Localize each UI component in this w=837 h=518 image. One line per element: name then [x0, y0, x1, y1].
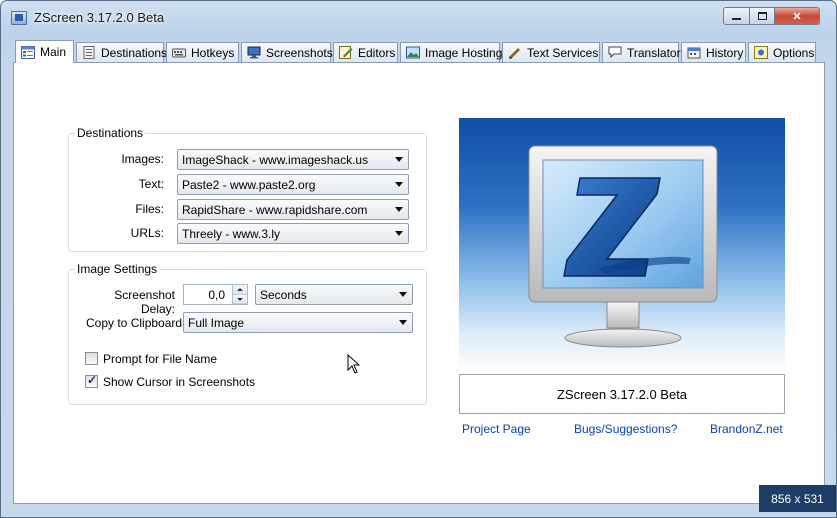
chevron-down-icon: [395, 182, 403, 187]
tab-label: Text Services: [527, 45, 599, 60]
urls-destination-select[interactable]: Threely - www.3.ly: [177, 223, 409, 244]
destinations-icon: [83, 46, 95, 59]
maximize-button[interactable]: [749, 7, 775, 25]
tab-history[interactable]: History: [681, 42, 746, 62]
tab-label: Image Hosting: [425, 45, 503, 60]
bugs-suggestions-link[interactable]: Bugs/Suggestions?: [574, 422, 677, 436]
destinations-group: Destinations Images: ImageShack - www.im…: [68, 126, 427, 252]
tab-translator[interactable]: Translator: [602, 42, 681, 62]
history-icon: [687, 47, 701, 59]
copy-to-clipboard-select[interactable]: Full Image: [183, 312, 413, 333]
tab-label: Translator: [627, 45, 681, 60]
tab-label: Destinations: [101, 45, 168, 60]
image-icon: [406, 46, 420, 59]
text-label: Text:: [138, 177, 164, 191]
app-icon: [11, 11, 27, 25]
delay-unit-value: Seconds: [260, 287, 307, 302]
spin-down-icon[interactable]: [233, 294, 247, 304]
urls-destination-value: Threely - www.3.ly: [182, 226, 281, 241]
tab-label: Screenshots: [266, 45, 333, 60]
keyboard-icon: [172, 48, 186, 58]
main-tab-page: Destinations Images: ImageShack - www.im…: [13, 62, 825, 504]
images-destination-select[interactable]: ImageShack - www.imageshack.us: [177, 149, 409, 170]
text-destination-value: Paste2 - www.paste2.org: [182, 177, 316, 192]
tab-editors[interactable]: Editors: [333, 42, 398, 62]
image-settings-group-title: Image Settings: [75, 262, 160, 276]
app-window: ZScreen 3.17.2.0 Beta ✕ Main Destination…: [0, 0, 837, 518]
tab-label: Options: [773, 45, 815, 60]
tab-hotkeys[interactable]: Hotkeys: [166, 42, 239, 62]
options-icon: [754, 46, 768, 59]
show-cursor-label: Show Cursor in Screenshots: [103, 375, 256, 389]
screenshot-delay-value: 0,0: [208, 287, 225, 302]
text-destination-select[interactable]: Paste2 - www.paste2.org: [177, 174, 409, 195]
zscreen-logo: [459, 118, 785, 372]
tab-label: History: [706, 45, 744, 60]
delay-spinner[interactable]: [232, 285, 247, 304]
chevron-down-icon: [395, 157, 403, 162]
minimize-button[interactable]: [723, 7, 750, 25]
monitor-icon: [247, 46, 261, 59]
tab-strip: Main Destinations Hotkeys Screenshots Ed…: [15, 40, 818, 63]
project-page-link[interactable]: Project Page: [462, 422, 531, 436]
show-cursor-checkbox[interactable]: [85, 373, 98, 388]
urls-label: URLs:: [130, 226, 164, 240]
speech-bubble-icon: [608, 46, 622, 59]
tab-label: Main: [40, 45, 67, 59]
chevron-down-icon: [399, 292, 407, 297]
mouse-pointer-icon: [347, 354, 361, 374]
dimensions-text: 856 x 531: [771, 491, 824, 506]
image-settings-group: Image Settings Screenshot Delay: 0,0 Sec…: [68, 262, 427, 405]
maximize-icon: [757, 12, 767, 20]
monitor-logo-icon: [528, 145, 718, 348]
files-label: Files:: [135, 202, 164, 216]
text-icon: [509, 48, 520, 59]
title-bar[interactable]: ZScreen 3.17.2.0 Beta ✕: [1, 1, 836, 35]
tab-options[interactable]: Options: [748, 42, 816, 62]
tab-destinations[interactable]: Destinations: [76, 42, 168, 62]
spin-up-icon[interactable]: [233, 285, 247, 295]
tab-label: Editors: [358, 45, 396, 60]
images-destination-value: ImageShack - www.imageshack.us: [182, 152, 369, 167]
tab-main[interactable]: Main: [15, 40, 74, 63]
version-text: ZScreen 3.17.2.0 Beta: [556, 386, 688, 402]
files-destination-select[interactable]: RapidShare - www.rapidshare.com: [177, 199, 409, 220]
prompt-file-name-checkbox[interactable]: [85, 352, 98, 365]
minimize-icon: [732, 17, 741, 20]
destinations-group-title: Destinations: [75, 126, 146, 140]
close-icon: ✕: [792, 10, 802, 23]
close-button[interactable]: ✕: [774, 7, 820, 25]
screenshot-delay-label: Screenshot Delay:: [114, 288, 175, 316]
prompt-file-name-label: Prompt for File Name: [103, 352, 218, 366]
tab-label: Hotkeys: [191, 45, 235, 60]
window-title: ZScreen 3.17.2.0 Beta: [34, 10, 165, 25]
version-label: ZScreen 3.17.2.0 Beta: [459, 374, 785, 414]
chevron-down-icon: [395, 207, 403, 212]
tab-screenshots[interactable]: Screenshots: [241, 42, 333, 62]
brandonz-link[interactable]: BrandonZ.net: [710, 422, 783, 436]
files-destination-value: RapidShare - www.rapidshare.com: [182, 202, 368, 217]
images-label: Images:: [121, 152, 164, 166]
delay-unit-select[interactable]: Seconds: [255, 284, 413, 305]
editor-icon: [339, 46, 353, 59]
chevron-down-icon: [399, 320, 407, 325]
copy-to-clipboard-value: Full Image: [188, 315, 245, 330]
screenshot-delay-input[interactable]: 0,0: [183, 284, 248, 305]
chevron-down-icon: [395, 231, 403, 236]
tab-text-services[interactable]: Text Services: [502, 42, 600, 62]
tab-image-hosting[interactable]: Image Hosting: [400, 42, 503, 62]
main-icon: [21, 45, 35, 59]
copy-to-clipboard-label: Copy to Clipboard:: [86, 316, 186, 330]
dimensions-badge: 856 x 531: [759, 485, 836, 512]
